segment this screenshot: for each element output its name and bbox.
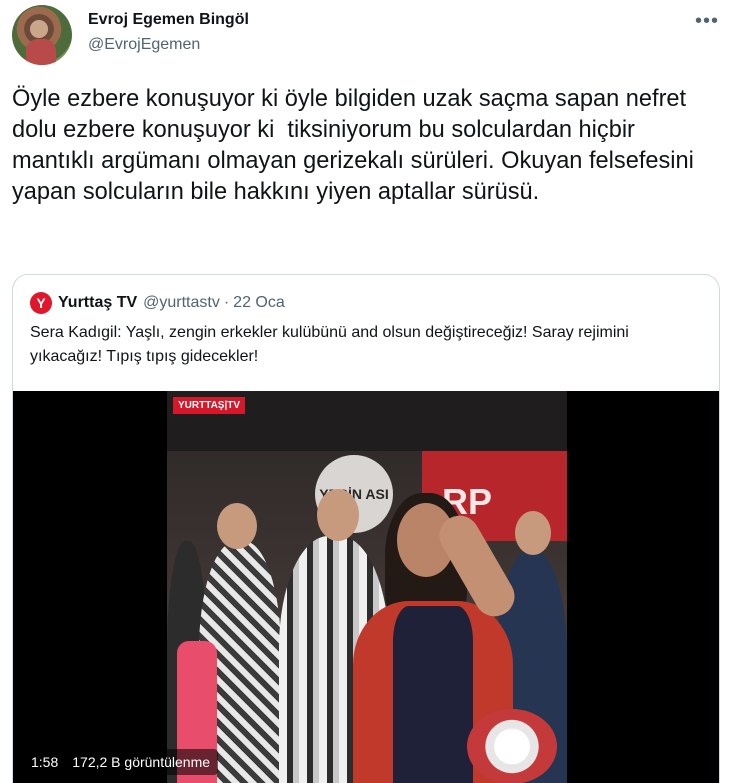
video-frame: RP YERİN ASI YURTTAŞ|TV — [167, 391, 567, 783]
person-head — [217, 503, 257, 549]
video-views: 172,2 B görüntülenme — [72, 754, 211, 770]
channel-watermark: YURTTAŞ|TV — [173, 397, 246, 414]
quoted-author-name[interactable]: Yurttaş TV — [58, 294, 137, 312]
quoted-tweet-header: Y Yurttaş TV @yurttastv · 22 Oca — [30, 292, 285, 314]
author-handle[interactable]: @EvrojEgemen — [88, 36, 200, 54]
tweet-header: Evroj Egemen Bingöl @EvrojEgemen ••• — [12, 5, 723, 65]
separator-dot: · — [223, 294, 230, 311]
person-head — [317, 489, 359, 541]
video-player[interactable]: RP YERİN ASI YURTTAŞ|TV 1:58 172,2 B gör… — [13, 391, 719, 783]
quoted-tweet-text: Sera Kadıgil: Yaşlı, zengin erkekler kul… — [30, 324, 629, 365]
person-head — [515, 511, 551, 555]
speaker-top — [393, 606, 473, 783]
flowers — [467, 709, 557, 783]
quoted-author-handle: @yurttastv — [143, 294, 220, 311]
tweet-text: Öyle ezbere konuşuyor ki öyle bilgiden u… — [12, 86, 701, 205]
avatar[interactable] — [12, 5, 72, 65]
video-info-overlay: 1:58 172,2 B görüntülenme — [23, 749, 219, 775]
video-time: 1:58 — [31, 754, 59, 770]
more-horizontal-icon[interactable]: ••• — [695, 11, 719, 31]
author-name[interactable]: Evroj Egemen Bingöl — [88, 11, 249, 29]
quoted-tweet-date[interactable]: 22 Oca — [233, 294, 285, 312]
quoted-tweet[interactable]: Y Yurttaş TV @yurttastv · 22 Oca Sera Ka… — [12, 274, 720, 783]
yurttas-logo-icon: Y — [30, 292, 52, 314]
